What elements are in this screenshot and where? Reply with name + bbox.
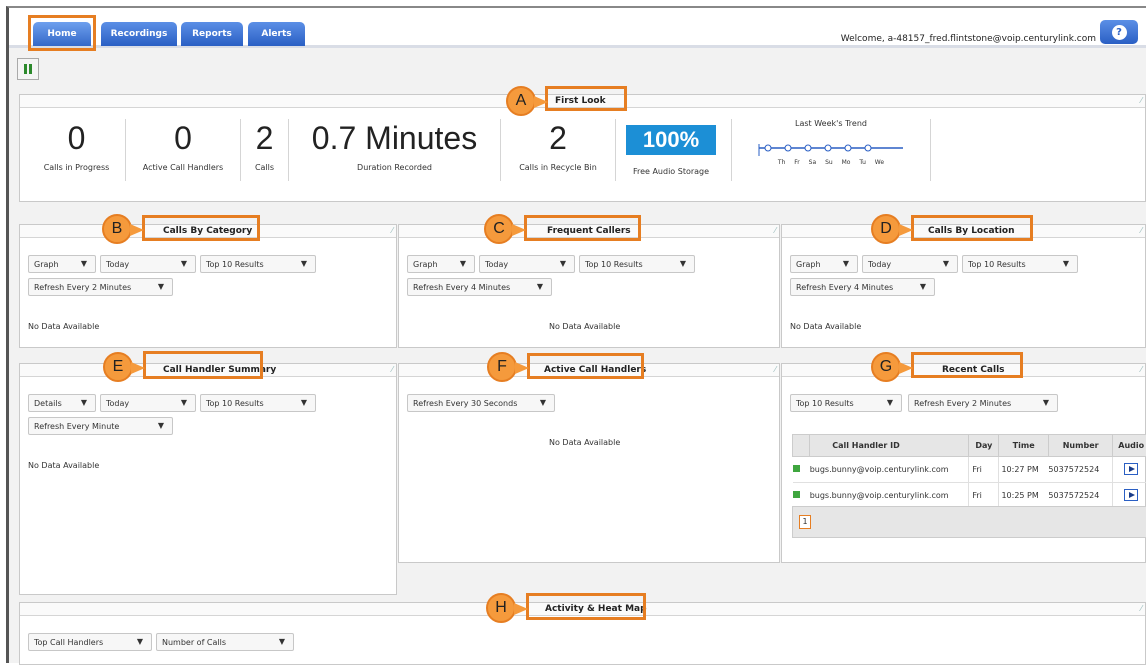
play-icon[interactable]	[1124, 463, 1138, 475]
last-week-trend: Last Week's Trend Th Fr Sa Su Mo Tu We	[731, 119, 931, 181]
results-select[interactable]: Top 10 Results▼	[790, 394, 902, 412]
tab-recordings[interactable]: Recordings	[101, 22, 177, 46]
period-select[interactable]: Today▼	[100, 255, 196, 273]
refresh-select[interactable]: Refresh Every 4 Minutes▼	[407, 278, 552, 296]
callout-b: B	[102, 214, 132, 244]
table-row[interactable]: bugs.bunny@voip.centurylink.com Fri 10:2…	[793, 457, 1146, 483]
callout-box-d	[911, 215, 1033, 241]
column-header[interactable]: Call Handler ID	[810, 435, 969, 457]
callout-f: F	[487, 352, 517, 382]
stat-calls: 2Calls	[241, 119, 289, 181]
stat-duration-recorded: 0.7 MinutesDuration Recorded	[289, 119, 501, 181]
pause-icon	[24, 64, 27, 74]
callout-box-e	[143, 351, 263, 379]
call-handler-summary-panel: Call Handler Summary⁄ Details▼ Today▼ To…	[19, 363, 397, 595]
callout-box-c	[524, 215, 641, 241]
callout-g: G	[871, 352, 901, 382]
view-select[interactable]: Graph▼	[407, 255, 475, 273]
refresh-select[interactable]: Refresh Every 30 Seconds▼	[407, 394, 555, 412]
help-icon: ?	[1112, 25, 1127, 40]
results-select[interactable]: Top 10 Results▼	[962, 255, 1078, 273]
callout-box-h	[526, 593, 646, 620]
column-header[interactable]: Time	[999, 435, 1048, 457]
welcome-text: Welcome, a-48157_fred.flintstone@voip.ce…	[841, 34, 1096, 44]
results-select[interactable]: Top 10 Results▼	[579, 255, 695, 273]
tab-reports[interactable]: Reports	[181, 22, 243, 46]
flag-icon	[793, 465, 800, 472]
flag-icon	[793, 491, 800, 498]
stat-active-call-handlers: 0Active Call Handlers	[126, 119, 241, 181]
results-select[interactable]: Top 10 Results▼	[200, 394, 316, 412]
refresh-select[interactable]: Refresh Every 2 Minutes▼	[28, 278, 173, 296]
stat-calls-in-progress: 0Calls in Progress	[28, 119, 126, 181]
column-header[interactable]: Number	[1048, 435, 1113, 457]
storage-meter: 100%	[626, 125, 716, 155]
callout-box-g	[911, 352, 1023, 378]
collapse-icon[interactable]: ⁄	[392, 226, 393, 235]
refresh-select[interactable]: Refresh Every 4 Minutes▼	[790, 278, 935, 296]
callout-c: C	[484, 214, 514, 244]
callout-a: A	[506, 86, 536, 116]
collapse-icon[interactable]: ⁄	[392, 365, 393, 374]
collapse-icon[interactable]: ⁄	[775, 365, 776, 374]
play-icon[interactable]	[1124, 489, 1138, 501]
refresh-select[interactable]: Refresh Every Minute▼	[28, 417, 173, 435]
refresh-select[interactable]: Refresh Every 2 Minutes▼	[908, 394, 1058, 412]
page-1-button[interactable]: 1	[799, 515, 811, 529]
callout-box-f	[527, 353, 644, 379]
callout-h: H	[486, 593, 516, 623]
recent-calls-table: Call Handler ID Day Time Number Audio bu…	[792, 434, 1146, 509]
metric-select[interactable]: Number of Calls▼	[156, 633, 294, 651]
filter-select[interactable]: Top Call Handlers▼	[28, 633, 152, 651]
calls-by-location-panel: Calls By Location⁄ Graph▼ Today▼ Top 10 …	[781, 224, 1146, 348]
period-select[interactable]: Today▼	[100, 394, 196, 412]
stat-recycle-bin: 2Calls in Recycle Bin	[501, 119, 616, 181]
collapse-icon[interactable]: ⁄	[775, 226, 776, 235]
view-select[interactable]: Graph▼	[790, 255, 858, 273]
column-header[interactable]: Day	[969, 435, 999, 457]
period-select[interactable]: Today▼	[862, 255, 958, 273]
collapse-icon[interactable]: ⁄	[1141, 96, 1142, 105]
callout-box-a	[545, 86, 627, 111]
table-row[interactable]: bugs.bunny@voip.centurylink.com Fri 10:2…	[793, 483, 1146, 509]
view-select[interactable]: Details▼	[28, 394, 96, 412]
period-select[interactable]: Today▼	[479, 255, 575, 273]
callout-e: E	[103, 352, 133, 382]
active-call-handlers-panel: Active Call Handlers⁄ Refresh Every 30 S…	[398, 363, 780, 563]
frequent-callers-panel: Frequent Callers⁄ Graph▼ Today▼ Top 10 R…	[398, 224, 780, 348]
results-select[interactable]: Top 10 Results▼	[200, 255, 316, 273]
calls-by-category-panel: Calls By Category⁄ Graph▼ Today▼ Top 10 …	[19, 224, 397, 348]
collapse-icon[interactable]: ⁄	[1141, 604, 1142, 613]
view-select[interactable]: Graph▼	[28, 255, 96, 273]
column-header: Audio	[1113, 435, 1146, 457]
callout-box-b	[142, 215, 260, 241]
tab-alerts[interactable]: Alerts	[248, 22, 305, 46]
callout-d: D	[871, 214, 901, 244]
top-navigation: Home Recordings Reports Alerts Welcome, …	[9, 8, 1146, 48]
pagination-bar: 1	[792, 506, 1146, 538]
pause-button[interactable]	[17, 58, 39, 80]
help-button[interactable]: ?	[1100, 20, 1138, 44]
stat-free-audio-storage: 100% Free Audio Storage	[616, 119, 726, 181]
home-tab-highlight	[28, 15, 96, 51]
collapse-icon[interactable]: ⁄	[1141, 365, 1142, 374]
recent-calls-panel: Recent Calls⁄ Top 10 Results▼ Refresh Ev…	[781, 363, 1146, 563]
collapse-icon[interactable]: ⁄	[1141, 226, 1142, 235]
